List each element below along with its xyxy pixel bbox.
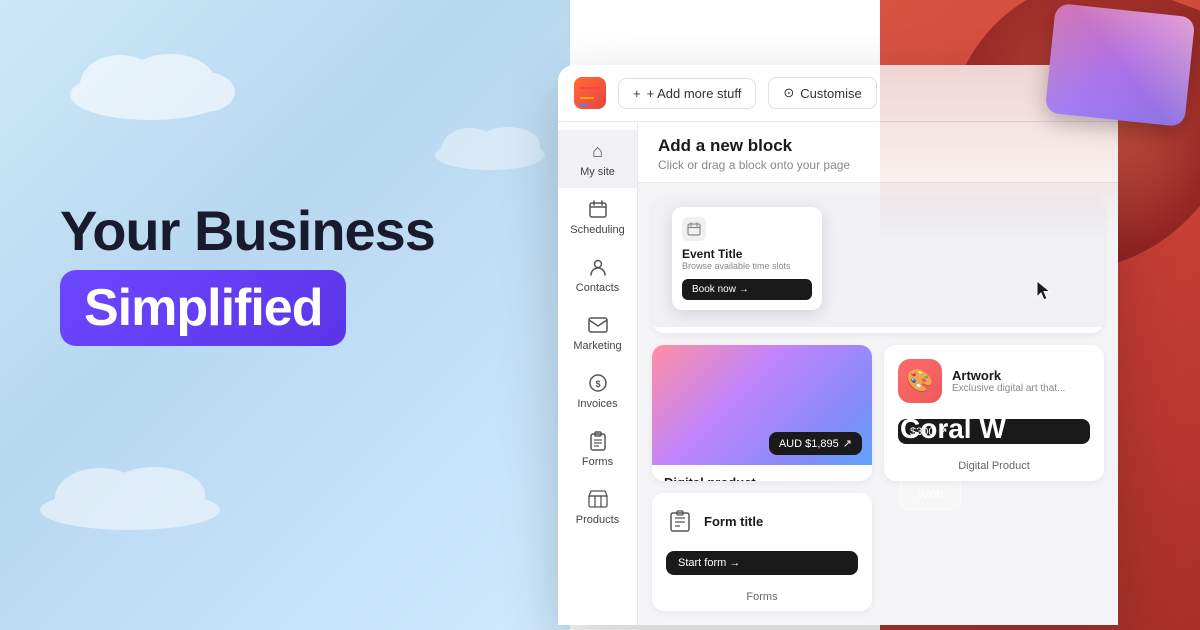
price-arrow-icon: ↗ bbox=[843, 437, 852, 450]
arc3 bbox=[580, 104, 588, 108]
plus-icon: + bbox=[633, 86, 641, 101]
app-logo bbox=[574, 77, 606, 109]
sidebar-item-my-site[interactable]: ⌂ My site bbox=[558, 130, 637, 188]
artwork-title: Artwork bbox=[952, 368, 1065, 383]
sidebar-item-marketing[interactable]: Marketing bbox=[558, 304, 637, 362]
form-start-button[interactable]: Start form → bbox=[666, 551, 858, 575]
customise-button[interactable]: ⊙ Customise bbox=[768, 77, 876, 109]
artwork-header: 🎨 Artwork Exclusive digital art that... bbox=[884, 345, 1104, 403]
coral-web-button[interactable]: Web bbox=[900, 477, 961, 510]
digital-product-block[interactable]: AUD $1,895 ↗ Digital product Block descr… bbox=[652, 345, 872, 481]
deco-card-overlay bbox=[1045, 3, 1196, 127]
add-more-stuff-button[interactable]: + + Add more stuff bbox=[618, 78, 756, 109]
hero-line2: Simplified bbox=[84, 279, 322, 337]
artwork-info: Artwork Exclusive digital art that... bbox=[952, 368, 1065, 394]
sidebar: ⌂ My site Scheduling bbox=[558, 122, 638, 625]
sidebar-label-scheduling: Scheduling bbox=[570, 224, 624, 236]
digital-product-body: Digital product Block description bbox=[652, 465, 872, 481]
contacts-icon bbox=[587, 256, 609, 278]
marketing-icon bbox=[587, 314, 609, 336]
digital-product-image: AUD $1,895 ↗ bbox=[652, 345, 872, 465]
form-footer: Start form → bbox=[652, 535, 872, 587]
book-now-button[interactable]: Book now → bbox=[682, 279, 812, 300]
form-start-label: Start form → bbox=[678, 557, 740, 569]
coral-title: Coral W bbox=[900, 413, 1006, 445]
product-price: AUD $1,895 bbox=[779, 438, 839, 450]
artwork-icon: 🎨 bbox=[898, 359, 942, 403]
hero-section: Your Business Simplified bbox=[60, 200, 435, 346]
svg-text:$: $ bbox=[595, 379, 600, 389]
blocks-grid: Event Title Browse available time slots … bbox=[638, 183, 1118, 625]
booking-mini-icon bbox=[682, 217, 706, 241]
sidebar-item-invoices[interactable]: $ Invoices bbox=[558, 362, 637, 420]
add-more-stuff-label: + Add more stuff bbox=[647, 86, 742, 101]
invoices-icon: $ bbox=[587, 372, 609, 394]
sidebar-label-products: Products bbox=[576, 514, 619, 526]
form-title: Form title bbox=[704, 514, 763, 529]
calendar-icon bbox=[587, 198, 609, 220]
event-subtitle: Browse available time slots bbox=[682, 261, 812, 271]
sidebar-item-products[interactable]: Products bbox=[558, 478, 637, 536]
home-icon: ⌂ bbox=[587, 140, 609, 162]
booking-card-body: Booking Direct booking for appointments … bbox=[652, 327, 1104, 333]
product-price-tag: AUD $1,895 ↗ bbox=[769, 432, 862, 455]
sidebar-label-marketing: Marketing bbox=[573, 340, 621, 352]
book-now-label: Book now → bbox=[692, 284, 749, 295]
sidebar-label-invoices: Invoices bbox=[577, 398, 617, 410]
sidebar-item-scheduling[interactable]: Scheduling bbox=[558, 188, 637, 246]
form-header: Form title bbox=[652, 493, 872, 535]
form-block[interactable]: Form title Start form → Forms bbox=[652, 493, 872, 611]
sidebar-label-my-site: My site bbox=[580, 166, 615, 178]
sidebar-label-contacts: Contacts bbox=[576, 282, 619, 294]
event-title: Event Title bbox=[682, 247, 812, 261]
digital-product-title: Digital product bbox=[664, 475, 860, 481]
rainbow-icon bbox=[580, 87, 600, 99]
form-type: Forms bbox=[652, 591, 872, 611]
sidebar-item-forms[interactable]: Forms bbox=[558, 420, 637, 478]
products-icon bbox=[587, 488, 609, 510]
hero-badge: Simplified bbox=[60, 270, 346, 346]
sidebar-label-forms: Forms bbox=[582, 456, 613, 468]
sidebar-item-contacts[interactable]: Contacts bbox=[558, 246, 637, 304]
artwork-description: Exclusive digital art that... bbox=[952, 383, 1065, 394]
booking-mini-card: Event Title Browse available time slots … bbox=[672, 207, 822, 310]
deco-card bbox=[1045, 3, 1196, 127]
arc1 bbox=[580, 87, 600, 97]
arc2 bbox=[580, 97, 594, 104]
coral-subtitle: Part of our A bbox=[900, 449, 1006, 465]
hero-line1: Your Business bbox=[60, 200, 435, 262]
coral-text-area: Coral W Part of our A Web bbox=[900, 413, 1006, 510]
customise-icon: ⊙ bbox=[783, 85, 794, 101]
form-icon bbox=[666, 507, 694, 535]
forms-icon bbox=[587, 430, 609, 452]
cursor-icon bbox=[1034, 279, 1054, 309]
form-info: Form title bbox=[704, 514, 763, 529]
customise-label: Customise bbox=[800, 86, 861, 101]
